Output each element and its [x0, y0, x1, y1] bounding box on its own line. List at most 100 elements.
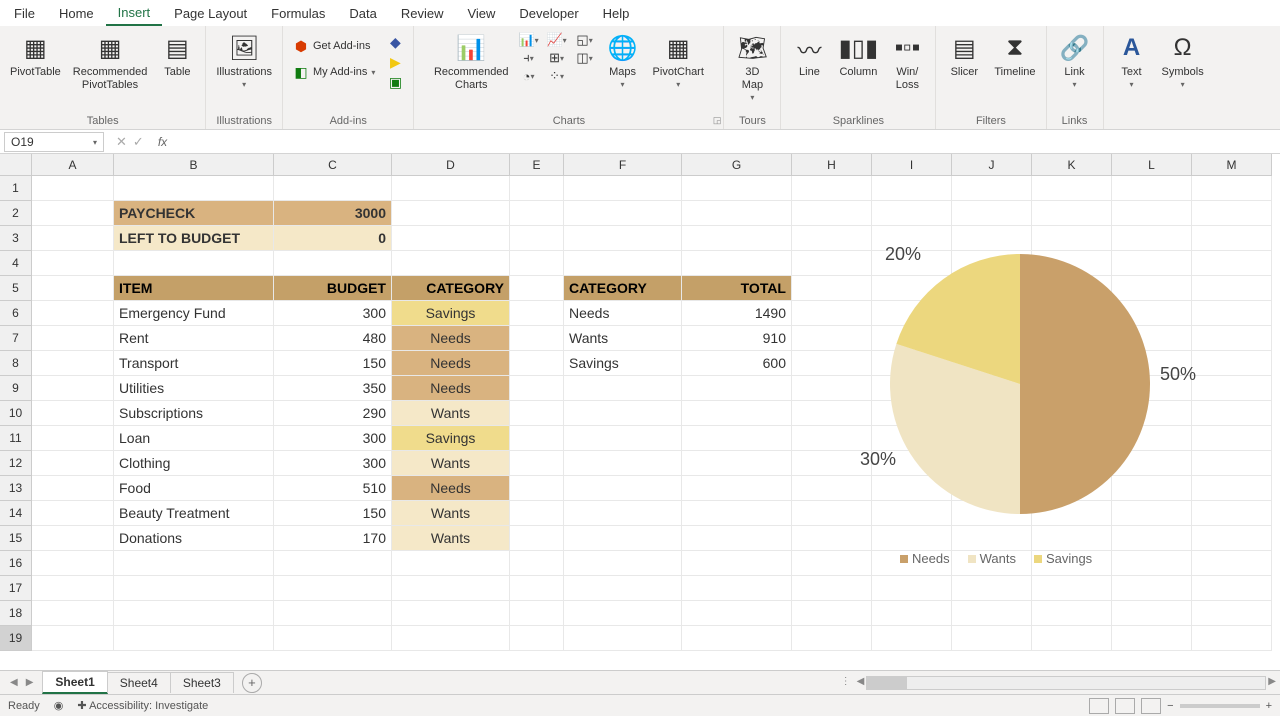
col-header[interactable]: B	[114, 154, 274, 176]
cell[interactable]	[274, 176, 392, 201]
cell[interactable]: Wants	[392, 451, 510, 476]
my-addins-button[interactable]: ◧My Add-ins▾	[289, 62, 379, 82]
cell[interactable]	[1112, 626, 1192, 651]
cell[interactable]	[392, 251, 510, 276]
cell[interactable]: BUDGET	[274, 276, 392, 301]
cell[interactable]	[32, 276, 114, 301]
pie-chart[interactable]: 50% 30% 20% Needs Wants Savings	[830, 244, 1210, 574]
tab-help[interactable]: Help	[591, 2, 642, 25]
col-header[interactable]: E	[510, 154, 564, 176]
row-header[interactable]: 15	[0, 526, 32, 551]
row-header[interactable]: 5	[0, 276, 32, 301]
cell[interactable]	[952, 576, 1032, 601]
cancel-formula-icon[interactable]: ✕	[116, 134, 127, 150]
pivotchart-button[interactable]: ▦PivotChart▾	[649, 30, 708, 91]
row-header[interactable]: 19	[0, 626, 32, 651]
cell[interactable]	[682, 176, 792, 201]
cell[interactable]: Needs	[392, 351, 510, 376]
cell[interactable]	[510, 376, 564, 401]
cell[interactable]	[392, 551, 510, 576]
cell[interactable]	[32, 501, 114, 526]
cell[interactable]	[792, 176, 872, 201]
cell[interactable]	[1112, 601, 1192, 626]
worksheet-grid[interactable]: A B C D E F G H I J K L M 12345678910111…	[0, 154, 1280, 670]
cell[interactable]	[32, 626, 114, 651]
cell[interactable]	[510, 476, 564, 501]
cell[interactable]	[32, 376, 114, 401]
fx-icon[interactable]: fx	[152, 135, 173, 149]
tab-insert[interactable]: Insert	[106, 1, 163, 26]
cell[interactable]	[510, 501, 564, 526]
cell[interactable]: 170	[274, 526, 392, 551]
cell[interactable]: LEFT TO BUDGET	[114, 226, 274, 251]
add-sheet-button[interactable]: +	[242, 673, 262, 693]
cell[interactable]: 300	[274, 451, 392, 476]
cell[interactable]: 300	[274, 301, 392, 326]
cell[interactable]	[872, 626, 952, 651]
cell[interactable]	[510, 226, 564, 251]
cell[interactable]: Needs	[392, 326, 510, 351]
cell[interactable]	[510, 251, 564, 276]
cell[interactable]	[32, 201, 114, 226]
cell[interactable]	[510, 176, 564, 201]
sheet-tab-1[interactable]: Sheet1	[42, 671, 107, 694]
recommended-charts-button[interactable]: 📊Recommended Charts	[430, 30, 513, 94]
cell[interactable]: 1490	[682, 301, 792, 326]
row-header[interactable]: 2	[0, 201, 32, 226]
cell[interactable]	[872, 576, 952, 601]
cell[interactable]	[1192, 576, 1272, 601]
accessibility-status[interactable]: ✚ Accessibility: Investigate	[77, 699, 208, 712]
cell[interactable]	[872, 601, 952, 626]
cell[interactable]	[1112, 201, 1192, 226]
row-header[interactable]: 18	[0, 601, 32, 626]
cell[interactable]	[114, 251, 274, 276]
cell[interactable]	[274, 576, 392, 601]
cell[interactable]	[682, 451, 792, 476]
row-header[interactable]: 16	[0, 551, 32, 576]
cell[interactable]	[792, 626, 872, 651]
statistic-chart-icon[interactable]: ⊞▾	[547, 50, 567, 66]
cell[interactable]	[682, 476, 792, 501]
view-normal-button[interactable]	[1089, 698, 1109, 714]
pie-chart-icon[interactable]: ◔▾	[519, 68, 539, 84]
cell[interactable]: 3000	[274, 201, 392, 226]
cell[interactable]	[564, 176, 682, 201]
cell[interactable]	[114, 176, 274, 201]
cell[interactable]: Transport	[114, 351, 274, 376]
horizontal-scrollbar[interactable]: ⋮ ◀ ▶	[262, 676, 1280, 690]
col-header[interactable]: F	[564, 154, 682, 176]
cell[interactable]	[32, 176, 114, 201]
column-chart-icon[interactable]: 📊▾	[519, 32, 539, 48]
cell[interactable]	[32, 326, 114, 351]
cell[interactable]	[564, 551, 682, 576]
cell[interactable]: 290	[274, 401, 392, 426]
cell[interactable]: Wants	[392, 401, 510, 426]
col-header[interactable]: D	[392, 154, 510, 176]
cell[interactable]	[682, 576, 792, 601]
cell[interactable]: Donations	[114, 526, 274, 551]
cell[interactable]: Subscriptions	[114, 401, 274, 426]
cell[interactable]	[1032, 576, 1112, 601]
cell[interactable]	[1032, 626, 1112, 651]
recommended-pivot-button[interactable]: ▦Recommended PivotTables	[69, 30, 152, 94]
symbols-button[interactable]: ΩSymbols▾	[1158, 30, 1208, 91]
row-header[interactable]: 17	[0, 576, 32, 601]
visio-addin-icon[interactable]: ◆	[387, 34, 403, 50]
cell[interactable]	[32, 601, 114, 626]
3d-map-button[interactable]: 🗺3D Map▾	[730, 30, 774, 104]
tab-data[interactable]: Data	[337, 2, 388, 25]
slicer-button[interactable]: ▤Slicer	[942, 30, 986, 81]
cell[interactable]	[792, 601, 872, 626]
cell[interactable]: 480	[274, 326, 392, 351]
cell[interactable]	[274, 626, 392, 651]
sheet-tab-2[interactable]: Sheet4	[107, 672, 171, 693]
cell[interactable]: CATEGORY	[392, 276, 510, 301]
timeline-button[interactable]: ⧗Timeline	[990, 30, 1039, 81]
cell[interactable]	[32, 451, 114, 476]
cell[interactable]: 150	[274, 351, 392, 376]
cell[interactable]	[564, 601, 682, 626]
view-page-layout-button[interactable]	[1115, 698, 1135, 714]
cell[interactable]	[682, 226, 792, 251]
cell[interactable]: 300	[274, 426, 392, 451]
cell[interactable]: ITEM	[114, 276, 274, 301]
